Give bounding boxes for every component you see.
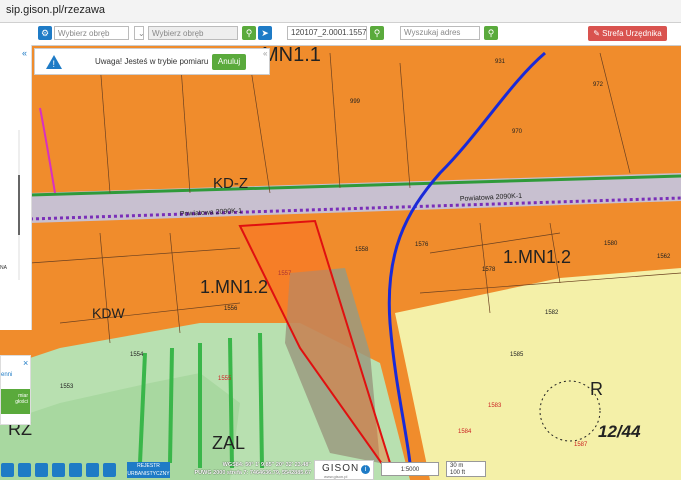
- area-icon[interactable]: [103, 463, 116, 477]
- browser-url-bar[interactable]: sip.gison.pl/rzezawa: [0, 0, 681, 23]
- wgs84-coords: WGS84: 50° 1' 9.85" 20° 32' 23.48": [222, 462, 311, 468]
- warning-icon: !: [46, 55, 62, 69]
- top-toolbar: ⚙ Wybierz obręb ⌄ Wybierz obręb ⚲ ➤ 1201…: [0, 23, 681, 46]
- label-p1580: 1580: [604, 241, 618, 247]
- register-label-1: REJESTR: [137, 463, 160, 469]
- brand-url: www.gison.pl: [324, 474, 348, 479]
- precinct-select-2[interactable]: Wybierz obręb: [148, 26, 238, 40]
- navigate-icon[interactable]: [35, 463, 48, 477]
- register-label-2: URBANISTYCZNY: [127, 471, 170, 477]
- label-plan: 12/44: [598, 422, 641, 441]
- pin-icon[interactable]: [18, 463, 31, 477]
- label-p1556: 1556: [224, 306, 238, 312]
- label-p1587: 1587: [574, 442, 588, 448]
- left-panel-bottom: × enni miar głości: [0, 355, 31, 425]
- label-mn11: MN1.1: [262, 44, 321, 66]
- label-p1555: 1555: [218, 376, 232, 382]
- map-canvas[interactable]: MN1.1 KD-Z 1.MN1.2 1.MN1.2 KDW ZAL RZ R …: [0, 23, 681, 480]
- label-p1554: 1554: [130, 352, 144, 358]
- label-p1582: 1582: [545, 310, 559, 316]
- svg-text:!: !: [53, 59, 56, 69]
- measurement-warning: ! Uwaga! Jesteś w trybie pomiaru Anuluj …: [34, 48, 270, 75]
- label-p1553: 1553: [60, 384, 74, 390]
- address-search-icon[interactable]: ⚲: [484, 26, 498, 40]
- left-panel-text-1: NA: [0, 265, 7, 271]
- label-p1562: 1562: [657, 254, 671, 260]
- scale-bar: 30 m 100 ft: [446, 461, 486, 477]
- parcel-search-icon[interactable]: ⚲: [370, 26, 384, 40]
- puwg-coords: PUWG 2000 strefa 7: 7464636.79, 5542885.…: [194, 470, 312, 476]
- close-tool-icon[interactable]: [1, 463, 14, 477]
- address-input[interactable]: Wyszukaj adres: [400, 26, 480, 40]
- locate-icon[interactable]: ➤: [258, 26, 272, 40]
- label-p1578: 1578: [482, 267, 496, 273]
- official-zone-button[interactable]: ✎ Strefa Urzędnika: [588, 26, 667, 41]
- label-p1584: 1584: [458, 429, 472, 435]
- label-p999: 999: [350, 99, 361, 105]
- label-p1558: 1558: [355, 247, 369, 253]
- measure-label-2: głości: [15, 399, 28, 405]
- map-icon[interactable]: [69, 463, 82, 477]
- scale-meters: 30 m: [450, 463, 464, 469]
- register-button[interactable]: REJESTR URBANISTYCZNY: [127, 462, 170, 478]
- label-p970: 970: [512, 129, 523, 135]
- url-text[interactable]: sip.gison.pl/rzezawa: [6, 4, 105, 16]
- measure-icon[interactable]: [86, 463, 99, 477]
- label-kdz: KD-Z: [213, 175, 248, 192]
- scale-select[interactable]: 1:5000: [381, 462, 439, 476]
- left-side-panel: « NA: [0, 45, 32, 330]
- label-mn12-right: 1.MN1.2: [503, 247, 571, 267]
- collapse-icon[interactable]: «: [22, 48, 27, 58]
- label-p931: 931: [495, 59, 506, 65]
- label-p1576: 1576: [415, 242, 429, 248]
- chevron-down-icon[interactable]: ⌄: [134, 26, 145, 40]
- scale-feet: 100 ft: [450, 470, 466, 476]
- precinct-select-1[interactable]: Wybierz obręb: [54, 26, 129, 40]
- warning-text: Uwaga! Jesteś w trybie pomiaru: [95, 57, 209, 66]
- label-kdw: KDW: [92, 305, 125, 321]
- label-p972: 972: [593, 82, 604, 88]
- scrollbar-thumb[interactable]: [18, 175, 20, 235]
- left-panel-text-2: enni: [1, 372, 13, 378]
- map-layers-icon[interactable]: ⚙: [38, 26, 52, 40]
- parcel-input[interactable]: 120107_2.0001.1557 B: [287, 26, 367, 40]
- print-icon[interactable]: [52, 463, 65, 477]
- cancel-button[interactable]: Anuluj: [212, 54, 246, 70]
- label-r: R: [590, 379, 603, 399]
- coordinates-readout: WGS84: 50° 1' 9.85" 20° 32' 23.48" PUWG …: [176, 461, 312, 479]
- pen-icon: ✎: [593, 29, 603, 38]
- label-zal: ZAL: [212, 433, 245, 453]
- close-icon[interactable]: ×: [23, 358, 28, 368]
- label-p1585: 1585: [510, 352, 524, 358]
- info-icon[interactable]: i: [361, 465, 370, 474]
- brand-text: GISON: [322, 463, 360, 474]
- search-icon[interactable]: ⚲: [242, 26, 256, 40]
- label-mn12-left: 1.MN1.2: [200, 277, 268, 297]
- measure-button[interactable]: miar głości: [1, 389, 30, 414]
- label-p1583: 1583: [488, 403, 502, 409]
- label-p1557: 1557: [278, 271, 292, 277]
- collapse-warning-icon[interactable]: «: [263, 49, 267, 58]
- official-zone-label: Strefa Urzędnika: [602, 29, 662, 38]
- gison-logo[interactable]: GISON www.gison.pl i: [314, 460, 374, 480]
